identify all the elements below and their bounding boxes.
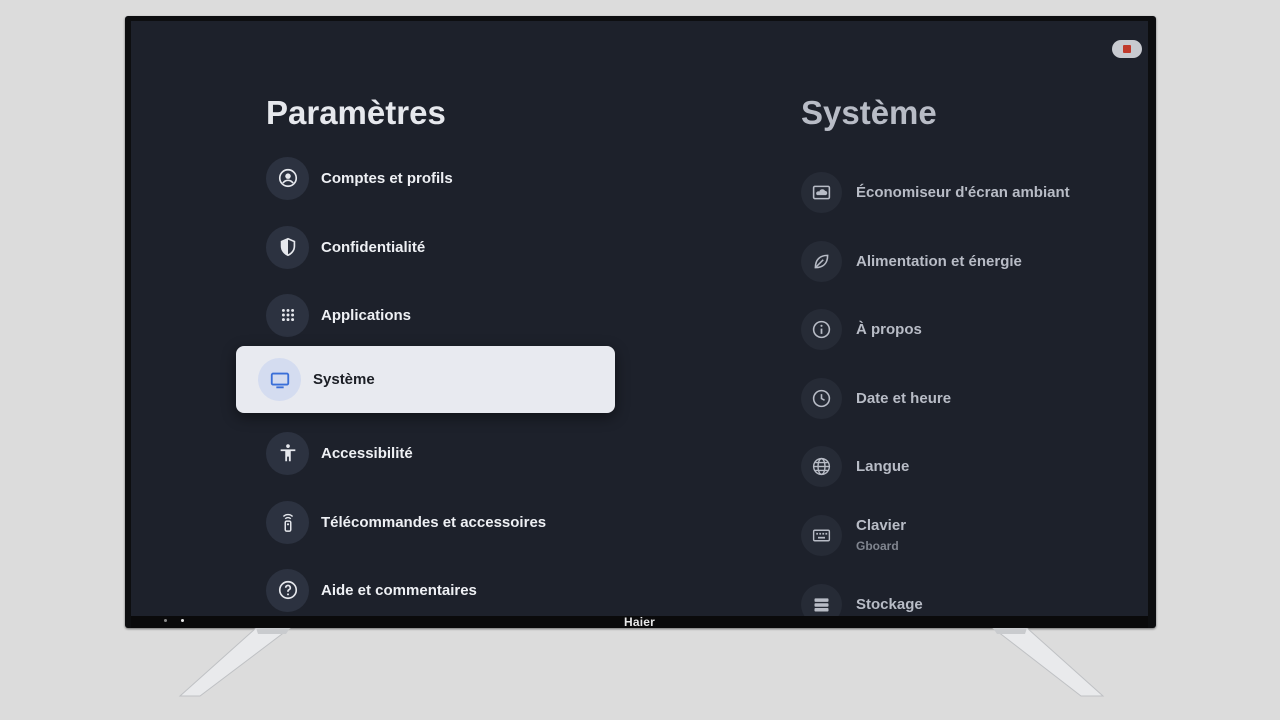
tv-stand-left bbox=[178, 627, 298, 698]
sub-item-description: Gboard bbox=[856, 539, 899, 553]
help-icon bbox=[266, 568, 309, 612]
notification-indicator bbox=[1112, 40, 1142, 58]
tv-stand-right bbox=[985, 627, 1105, 698]
sub-item-power[interactable]: Alimentation et énergie bbox=[801, 239, 1121, 283]
menu-item-help[interactable]: Aide et commentaires bbox=[266, 566, 626, 614]
tv-screen: Paramètres Système Comptes et profils Co… bbox=[131, 21, 1148, 616]
tv-frame: Paramètres Système Comptes et profils Co… bbox=[125, 16, 1156, 628]
apps-grid-icon bbox=[266, 293, 309, 337]
menu-item-remotes[interactable]: Télécommandes et accessoires bbox=[266, 498, 626, 546]
sub-item-label: Économiseur d'écran ambiant bbox=[856, 183, 1070, 201]
system-title: Système bbox=[801, 94, 937, 131]
sub-item-screensaver[interactable]: Économiseur d'écran ambiant bbox=[801, 170, 1121, 214]
menu-item-label: Confidentialité bbox=[321, 238, 426, 256]
sub-item-label: Clavier bbox=[856, 517, 907, 534]
storage-icon bbox=[801, 583, 842, 616]
menu-item-accounts[interactable]: Comptes et profils bbox=[266, 154, 626, 202]
sub-item-label: Langue bbox=[856, 457, 910, 475]
tv-monitor-icon bbox=[258, 358, 301, 401]
screensaver-icon bbox=[801, 171, 842, 213]
menu-item-system[interactable]: Système bbox=[236, 346, 615, 413]
menu-item-label: Télécommandes et accessoires bbox=[321, 513, 547, 531]
tv-brand-logo: Haier bbox=[623, 615, 656, 629]
settings-title: Paramètres bbox=[266, 94, 446, 131]
clock-icon bbox=[801, 377, 842, 419]
menu-item-accessibility[interactable]: Accessibilité bbox=[266, 429, 626, 477]
menu-item-label: Système bbox=[313, 371, 375, 388]
menu-item-label: Applications bbox=[321, 306, 412, 324]
sub-item-label: Alimentation et énergie bbox=[856, 252, 1022, 270]
menu-item-label: Aide et commentaires bbox=[321, 581, 477, 599]
shield-icon bbox=[266, 225, 309, 269]
accessibility-icon bbox=[266, 431, 309, 475]
sub-item-label: Date et heure bbox=[856, 389, 952, 407]
sub-item-storage[interactable]: Stockage bbox=[801, 582, 1121, 616]
account-circle-icon bbox=[266, 156, 309, 200]
remote-icon bbox=[266, 500, 309, 544]
sub-item-language[interactable]: Langue bbox=[801, 444, 1121, 488]
sub-item-label: À propos bbox=[856, 320, 922, 338]
sub-item-keyboard[interactable]: Clavier Gboard bbox=[801, 513, 1121, 557]
menu-item-label: Comptes et profils bbox=[321, 169, 453, 187]
sub-item-date-time[interactable]: Date et heure bbox=[801, 376, 1121, 420]
info-icon bbox=[801, 308, 842, 350]
menu-item-apps[interactable]: Applications bbox=[266, 291, 626, 339]
sub-item-about[interactable]: À propos bbox=[801, 307, 1121, 351]
menu-item-privacy[interactable]: Confidentialité bbox=[266, 223, 626, 271]
recording-dot-icon bbox=[1123, 45, 1131, 53]
keyboard-icon bbox=[801, 514, 842, 556]
globe-icon bbox=[801, 445, 842, 487]
leaf-icon bbox=[801, 240, 842, 282]
tv-bezel: Haier bbox=[131, 616, 1148, 628]
sub-item-label: Stockage bbox=[856, 595, 923, 613]
menu-item-label: Accessibilité bbox=[321, 444, 413, 462]
